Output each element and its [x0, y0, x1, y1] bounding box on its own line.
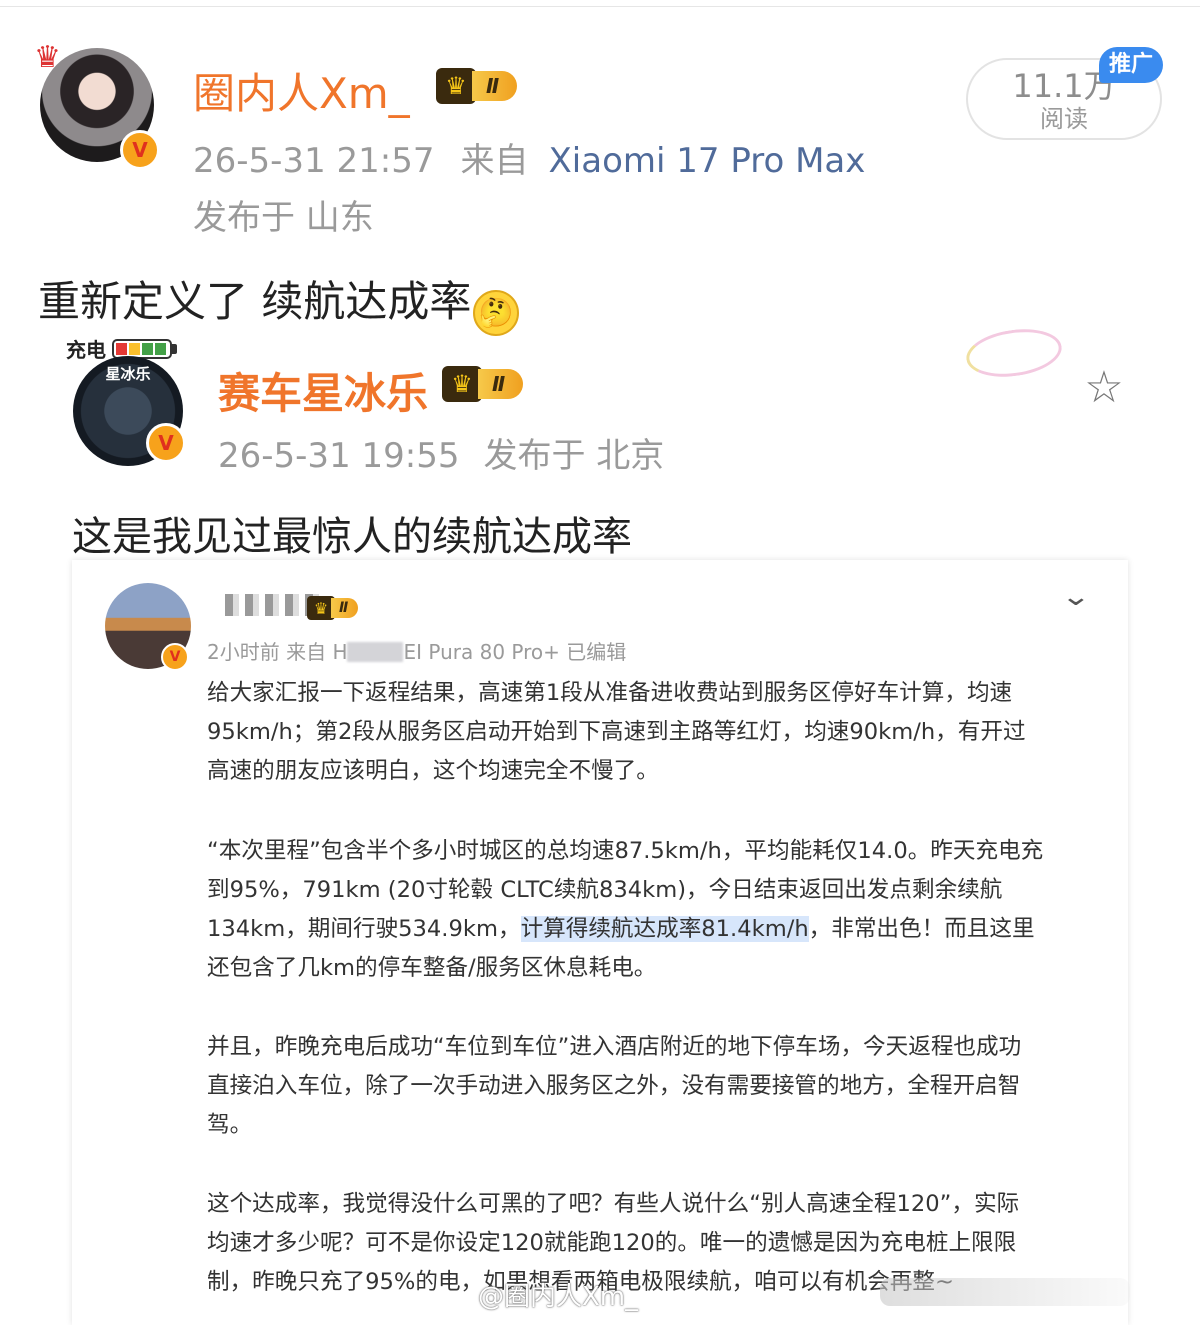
level-label: Ⅱ: [331, 598, 359, 618]
text-line: 134km，期间行驶534.9km，计算得续航达成率81.4km/h，非常出色！…: [207, 910, 1107, 949]
text-span: ，非常出色！而且这里: [808, 916, 1035, 942]
repost-timestamp: 26-5-31 19:55: [218, 436, 460, 476]
member-level-badge: ♛ Ⅱ: [307, 596, 359, 620]
embedded-meta-prefix: 2小时前 来自 H: [207, 640, 348, 664]
embedded-meta-suffix: EI Pura 80 Pro+ 已编辑: [403, 640, 627, 664]
weibo-watermark: @圈内人Xm_: [478, 1282, 639, 1312]
verified-badge-icon: V: [161, 643, 189, 671]
post-username[interactable]: 圈内人Xm_: [193, 60, 410, 121]
embedded-screenshot-card[interactable]: V ♛ Ⅱ 2小时前 来自 H EI Pura 80 Pro+ 已编辑 ⌄ 给大家…: [72, 560, 1128, 1325]
repost-username[interactable]: 赛车星冰乐: [218, 360, 428, 421]
promote-badge[interactable]: 推广: [1099, 47, 1163, 83]
embedded-paragraph-3: 并且，昨晚充电后成功“车位到车位”进入酒店附近的地下停车场，今天返程也成功 直接…: [207, 1028, 1107, 1145]
member-level-badge[interactable]: ♛ Ⅱ: [442, 366, 524, 402]
star-outline-icon[interactable]: ☆: [1082, 366, 1126, 410]
repost-meta: 26-5-31 19:55 发布于 北京: [218, 428, 664, 477]
embedded-paragraph-1: 给大家汇报一下返程结果，高速第1段从准备进收费站到服务区停好车计算，均速 95k…: [207, 674, 1107, 791]
repost-text: 这是我见过最惊人的续航达成率: [72, 514, 632, 560]
avatar-decoration-icon: ♛: [34, 40, 61, 75]
decorative-sparkle-icon: [963, 323, 1065, 383]
embedded-paragraph-2: “本次里程”包含半个多小时城区的总均速87.5km/h，平均能耗仅14.0。昨天…: [207, 832, 1107, 988]
level-label: Ⅱ: [478, 369, 524, 399]
post-location: 发布于 山东: [193, 198, 374, 238]
post-text-content: 重新定义了 续航达成率: [38, 277, 472, 326]
read-label: 阅读: [1040, 105, 1088, 133]
member-level-badge[interactable]: ♛ Ⅱ: [436, 68, 518, 104]
text-line: 给大家汇报一下返程结果，高速第1段从准备进收费站到服务区停好车计算，均速: [207, 680, 1013, 706]
battery-tip: [172, 343, 177, 354]
crown-icon: ♛: [442, 366, 482, 402]
text-line: 到95%，791km (20寸轮毂 CLTC续航834km)，今日结束返回出发点…: [207, 877, 1003, 903]
text-span: 134km，期间行驶534.9km，: [207, 916, 521, 942]
text-line: 高速的朋友应该明白，这个均速完全不慢了。: [207, 758, 659, 784]
level-label: Ⅱ: [472, 71, 518, 101]
blurred-region: [347, 642, 404, 662]
post-text: 重新定义了 续航达成率 🤔: [38, 268, 520, 336]
text-line: 均速才多少呢？可不是你设定120就能跑120的。唯一的遗憾是因为充电桩上限限: [207, 1230, 1017, 1256]
embedded-meta: 2小时前 来自 H EI Pura 80 Pro+ 已编辑: [207, 636, 626, 665]
text-line: 直接泊入车位，除了一次手动进入服务区之外，没有需要接管的地方，全程开启智: [207, 1073, 1021, 1099]
crown-icon: ♛: [436, 68, 476, 104]
text-line: 并且，昨晚充电后成功“车位到车位”进入酒店附近的地下停车场，今天返程也成功: [207, 1034, 1022, 1060]
from-label: 来自: [460, 141, 529, 181]
top-divider: [0, 6, 1200, 7]
text-line: 驾。: [207, 1112, 253, 1138]
post-meta: 26-5-31 21:57 来自 Xiaomi 17 Pro Max: [193, 133, 865, 182]
device-link[interactable]: Xiaomi 17 Pro Max: [549, 141, 866, 181]
verified-badge-icon: V: [146, 423, 186, 463]
post-timestamp: 26-5-31 21:57: [193, 141, 435, 181]
charge-label: 充电: [66, 338, 106, 362]
text-line: 还包含了几km的停车整备/服务区休息耗电。: [207, 955, 657, 981]
thinking-face-emoji-icon: 🤔: [473, 290, 520, 336]
repost-location: 发布于 北京: [483, 436, 665, 476]
chevron-down-icon[interactable]: ⌄: [1061, 582, 1092, 612]
verified-badge-icon: V: [120, 130, 160, 170]
text-line: 95km/h；第2段从服务区启动开始到下高速到主路等红灯，均速90km/h，有开…: [207, 719, 1026, 745]
blurred-watermark: [880, 1278, 1130, 1306]
text-line: 这个达成率，我觉得没什么可黑的了吧？有些人说什么“别人高速全程120”，实际: [207, 1191, 1020, 1217]
text-line: “本次里程”包含半个多小时城区的总均速87.5km/h，平均能耗仅14.0。昨天…: [207, 838, 1044, 864]
user-avatar[interactable]: ♛ V: [34, 38, 161, 173]
highlighted-text: 计算得续航达成率81.4km/h: [520, 916, 809, 942]
